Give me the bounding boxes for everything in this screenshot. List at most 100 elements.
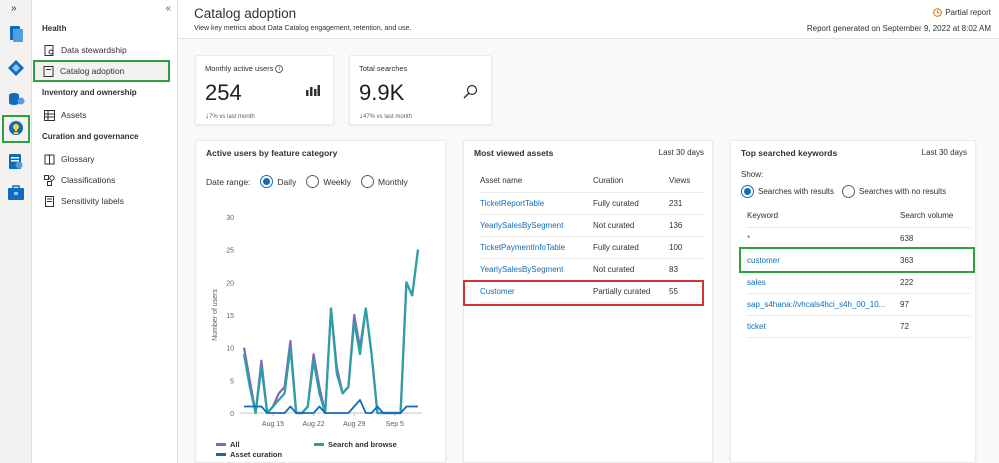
- y-tick-label: 15: [226, 313, 234, 320]
- legend-label: Search and browse: [328, 440, 397, 449]
- with-results-radio[interactable]: [741, 185, 754, 198]
- nav-item-glossary[interactable]: Glossary: [40, 149, 170, 169]
- table-row: TicketPaymentInfoTable Fully curated 100: [480, 236, 704, 259]
- kpi-value: 9.9K: [359, 80, 405, 105]
- radio-label: Searches with results: [758, 187, 835, 196]
- weekly-radio[interactable]: [306, 175, 320, 188]
- kpi-delta: ↓47% vs last month: [359, 111, 412, 120]
- nav-item-assets[interactable]: Assets: [40, 105, 170, 125]
- table-row: * 638: [747, 227, 971, 250]
- y-tick-label: 10: [226, 346, 234, 353]
- keyword-filter-selector: Searches with results Searches with no r…: [741, 185, 946, 198]
- report-icon: [44, 44, 54, 56]
- table-icon: [44, 109, 55, 121]
- data-catalog-icon[interactable]: [6, 58, 26, 78]
- column-header: Views: [669, 170, 704, 193]
- search-icon: [463, 84, 478, 101]
- policy-icon[interactable]: [6, 152, 26, 172]
- page-header: Catalog adoption View key metrics about …: [179, 0, 999, 39]
- table-cell: 97: [900, 293, 971, 316]
- kpi-monthly-active-users: Monthly active users i 254 ↓7% vs last m…: [195, 55, 334, 125]
- insights-icon[interactable]: [2, 115, 30, 143]
- column-header: Curation: [593, 170, 669, 193]
- highlight-customer-keyword: [739, 247, 975, 273]
- legend-item-asset-curation: Asset curation: [216, 450, 282, 459]
- table-cell: 638: [900, 227, 971, 250]
- page-subtitle: View key metrics about Data Catalog enga…: [194, 25, 412, 32]
- nav-item-classifications[interactable]: Classifications: [40, 170, 170, 190]
- kpi-label: Monthly active users: [205, 64, 274, 73]
- nav-item-sensitivity-labels[interactable]: Sensitivity labels: [40, 191, 170, 211]
- most-viewed-card: Most viewed assets Last 30 days Asset na…: [463, 140, 713, 463]
- monthly-radio[interactable]: [361, 175, 375, 188]
- partial-report-status: Partial report: [933, 8, 991, 17]
- collapse-nav-icon[interactable]: «: [165, 3, 171, 14]
- active-users-card: Active users by feature category Date ra…: [195, 140, 446, 463]
- legend-item-all: All: [216, 440, 240, 449]
- legend-swatch: [216, 443, 226, 446]
- table-cell: 83: [669, 258, 704, 281]
- clock-icon: [933, 8, 943, 17]
- y-tick-label: 0: [230, 411, 234, 418]
- table-row: YearlySalesBySegment Not curated 83: [480, 258, 704, 281]
- row-link[interactable]: sales: [747, 271, 900, 294]
- table-row: sap_s4hana://vhcals4hci_s4h_00_10... 97: [747, 293, 971, 316]
- column-header: Keyword: [747, 205, 900, 228]
- radio-label: Daily: [277, 176, 297, 187]
- legend-label: Asset curation: [230, 450, 283, 459]
- nav-item-data-stewardship[interactable]: Data stewardship: [40, 40, 170, 60]
- highlight-customer-row: [463, 280, 704, 306]
- table-cell: Not curated: [593, 214, 669, 237]
- y-tick-label: 25: [226, 248, 234, 255]
- management-icon[interactable]: [6, 183, 26, 203]
- data-sources-icon[interactable]: [6, 88, 26, 108]
- show-label: Show:: [741, 170, 764, 179]
- table-cell: 222: [900, 271, 971, 294]
- nav-item-catalog-adoption[interactable]: Catalog adoption: [33, 60, 170, 82]
- label-icon: [45, 195, 54, 207]
- radio-label: Weekly: [323, 176, 352, 187]
- row-link[interactable]: *: [747, 227, 900, 250]
- top-keywords-card: Top searched keywords Last 30 days Show:…: [730, 140, 976, 463]
- partial-report-label: Partial report: [945, 8, 991, 17]
- row-link[interactable]: YearlySalesBySegment: [480, 258, 593, 281]
- nav-item-label: Data stewardship: [61, 45, 127, 55]
- icon-rail: »: [0, 0, 32, 463]
- nav-heading-health: Health: [42, 24, 67, 33]
- kpi-delta-text: 47% vs last month: [363, 114, 413, 120]
- table-row: TicketReportTable Fully curated 231: [480, 192, 704, 215]
- table-cell: 100: [669, 236, 704, 259]
- table-cell: 136: [669, 214, 704, 237]
- no-results-radio[interactable]: [842, 185, 856, 198]
- card-period: Last 30 days: [921, 148, 967, 157]
- row-link[interactable]: TicketReportTable: [480, 192, 593, 215]
- table-cell: Fully curated: [593, 236, 669, 259]
- radio-label: Monthly: [378, 176, 408, 187]
- kpi-label: Total searches: [359, 64, 408, 73]
- row-link[interactable]: ticket: [747, 315, 900, 338]
- table-header-row: Keyword Search volume: [747, 205, 971, 228]
- nav-item-label: Catalog adoption: [60, 66, 125, 76]
- column-header: Search volume: [900, 205, 971, 228]
- nav-item-label: Assets: [61, 110, 87, 120]
- expand-rail-icon[interactable]: »: [11, 3, 17, 14]
- daily-radio[interactable]: [260, 175, 274, 188]
- legend-item-search-browse: Search and browse: [314, 440, 397, 449]
- table-cell: 72: [900, 315, 971, 338]
- row-link[interactable]: YearlySalesBySegment: [480, 214, 593, 237]
- row-link[interactable]: sap_s4hana://vhcals4hci_s4h_00_10...: [747, 293, 900, 316]
- card-title: Active users by feature category: [206, 148, 338, 158]
- nav-item-label: Classifications: [61, 175, 116, 185]
- date-range-selector: Date range: Daily Weekly Monthly: [206, 175, 408, 188]
- nav-heading-curation: Curation and governance: [42, 132, 139, 141]
- row-link[interactable]: TicketPaymentInfoTable: [480, 236, 593, 259]
- table-row: sales 222: [747, 271, 971, 294]
- table-cell: Not curated: [593, 258, 669, 281]
- radio-label: Searches with no results: [859, 187, 947, 196]
- data-map-icon[interactable]: [6, 24, 26, 44]
- legend-label: All: [230, 440, 240, 449]
- nav-item-label: Sensitivity labels: [61, 196, 124, 206]
- info-icon[interactable]: i: [275, 65, 284, 74]
- page-title: Catalog adoption: [194, 6, 297, 21]
- column-header: Asset name: [480, 170, 593, 193]
